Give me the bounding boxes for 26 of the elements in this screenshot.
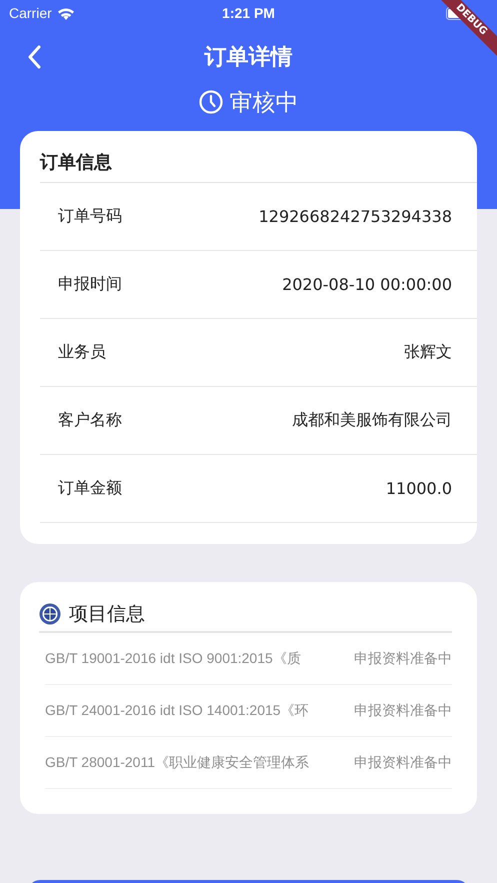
section-title: 项目信息	[69, 602, 145, 626]
field-value: 成都和美服饰有限公司	[292, 410, 452, 431]
carrier-label: Carrier	[9, 5, 52, 21]
emblem-icon	[39, 602, 61, 624]
status-time: 1:21 PM	[222, 5, 275, 21]
field-label: 申报时间	[58, 274, 122, 295]
project-status: 申报资料准备中	[354, 754, 452, 772]
field-label: 客户名称	[58, 410, 122, 431]
project-name: GB/T 24001-2016 idt ISO 14001:2015《环	[45, 702, 309, 720]
clock-icon	[198, 90, 222, 114]
field-value: 张辉文	[404, 342, 452, 363]
wifi-icon	[56, 6, 75, 20]
project-name: GB/T 19001-2016 idt ISO 9001:2015《质	[45, 650, 301, 668]
project-status: 申报资料准备中	[354, 650, 452, 668]
section-title: 订单信息	[40, 131, 477, 183]
field-value: 2020-08-10 00:00:00	[282, 275, 452, 294]
field-label: 业务员	[58, 342, 106, 363]
field-value: 1292668242753294338	[258, 207, 452, 226]
order-status: 审核中	[230, 88, 298, 118]
field-label: 订单金额	[58, 478, 122, 499]
field-value: 11000.0	[386, 479, 452, 498]
back-icon[interactable]	[27, 45, 41, 69]
project-name: GB/T 28001-2011《职业健康安全管理体系	[45, 754, 310, 772]
field-label: 订单号码	[58, 206, 122, 227]
project-status: 申报资料准备中	[354, 702, 452, 720]
page-title: 订单详情	[204, 44, 292, 72]
